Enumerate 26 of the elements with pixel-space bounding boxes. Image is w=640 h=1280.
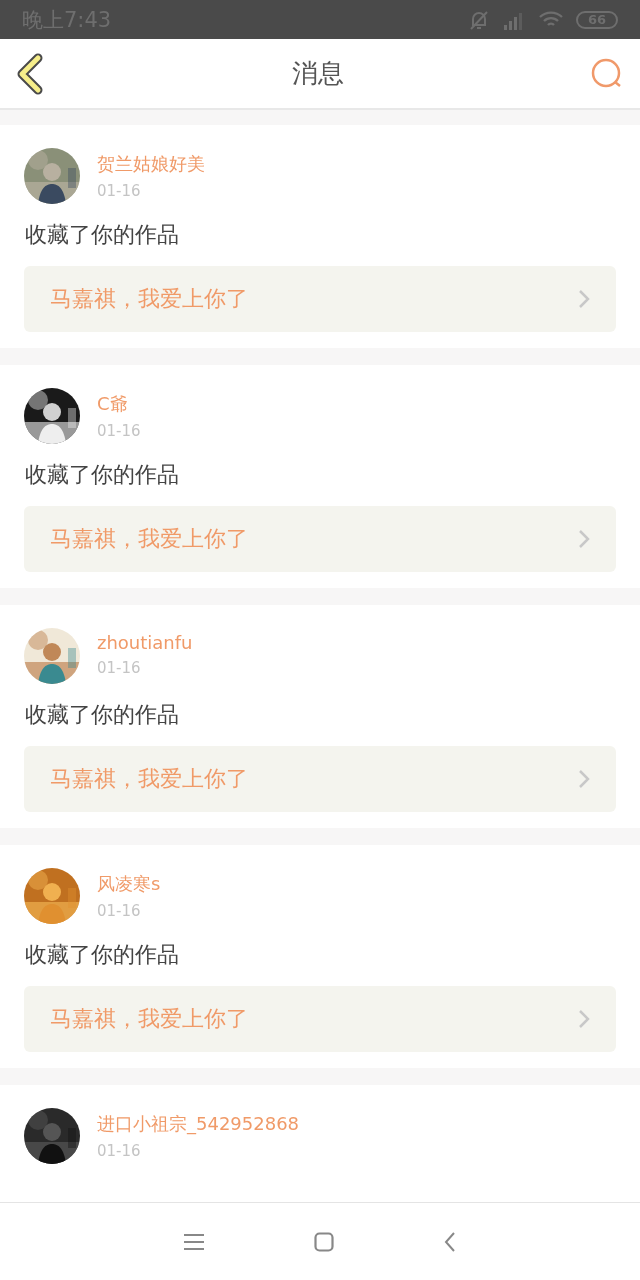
work-link[interactable]: 马嘉祺，我爱上你了 [24, 266, 616, 332]
chevron-right-icon [578, 289, 590, 309]
work-link[interactable]: 马嘉祺，我爱上你了 [24, 746, 616, 812]
user-name[interactable]: zhoutianfu [97, 632, 193, 653]
menu-button[interactable] [184, 1232, 204, 1251]
page-title: 消息 [292, 57, 344, 90]
back-nav-button[interactable] [444, 1230, 456, 1253]
message-text: 收藏了你的作品 [25, 701, 180, 729]
user-name[interactable]: 风凌寒s [97, 872, 161, 896]
work-link[interactable]: 马嘉祺，我爱上你了 [24, 506, 616, 572]
message-date: 01-16 [97, 659, 142, 677]
chevron-right-icon [578, 529, 590, 549]
message-text: 收藏了你的作品 [25, 461, 180, 489]
message-date: 01-16 [97, 422, 141, 440]
message-text: 收藏了你的作品 [25, 941, 180, 969]
chevron-right-icon [578, 1009, 590, 1029]
home-button[interactable] [314, 1231, 334, 1252]
message-text: 收藏了你的作品 [25, 221, 180, 249]
user-name[interactable]: 进口小祖宗_542952868 [97, 1112, 300, 1136]
chevron-right-icon [578, 769, 590, 789]
message-date: 01-16 [97, 182, 142, 200]
message-date: 01-16 [97, 1142, 142, 1160]
user-name[interactable]: 贺兰姑娘好美 [97, 152, 205, 176]
message-date: 01-16 [97, 902, 142, 920]
work-link[interactable]: 马嘉祺，我爱上你了 [24, 986, 616, 1052]
user-name[interactable]: C爺 [97, 392, 141, 416]
